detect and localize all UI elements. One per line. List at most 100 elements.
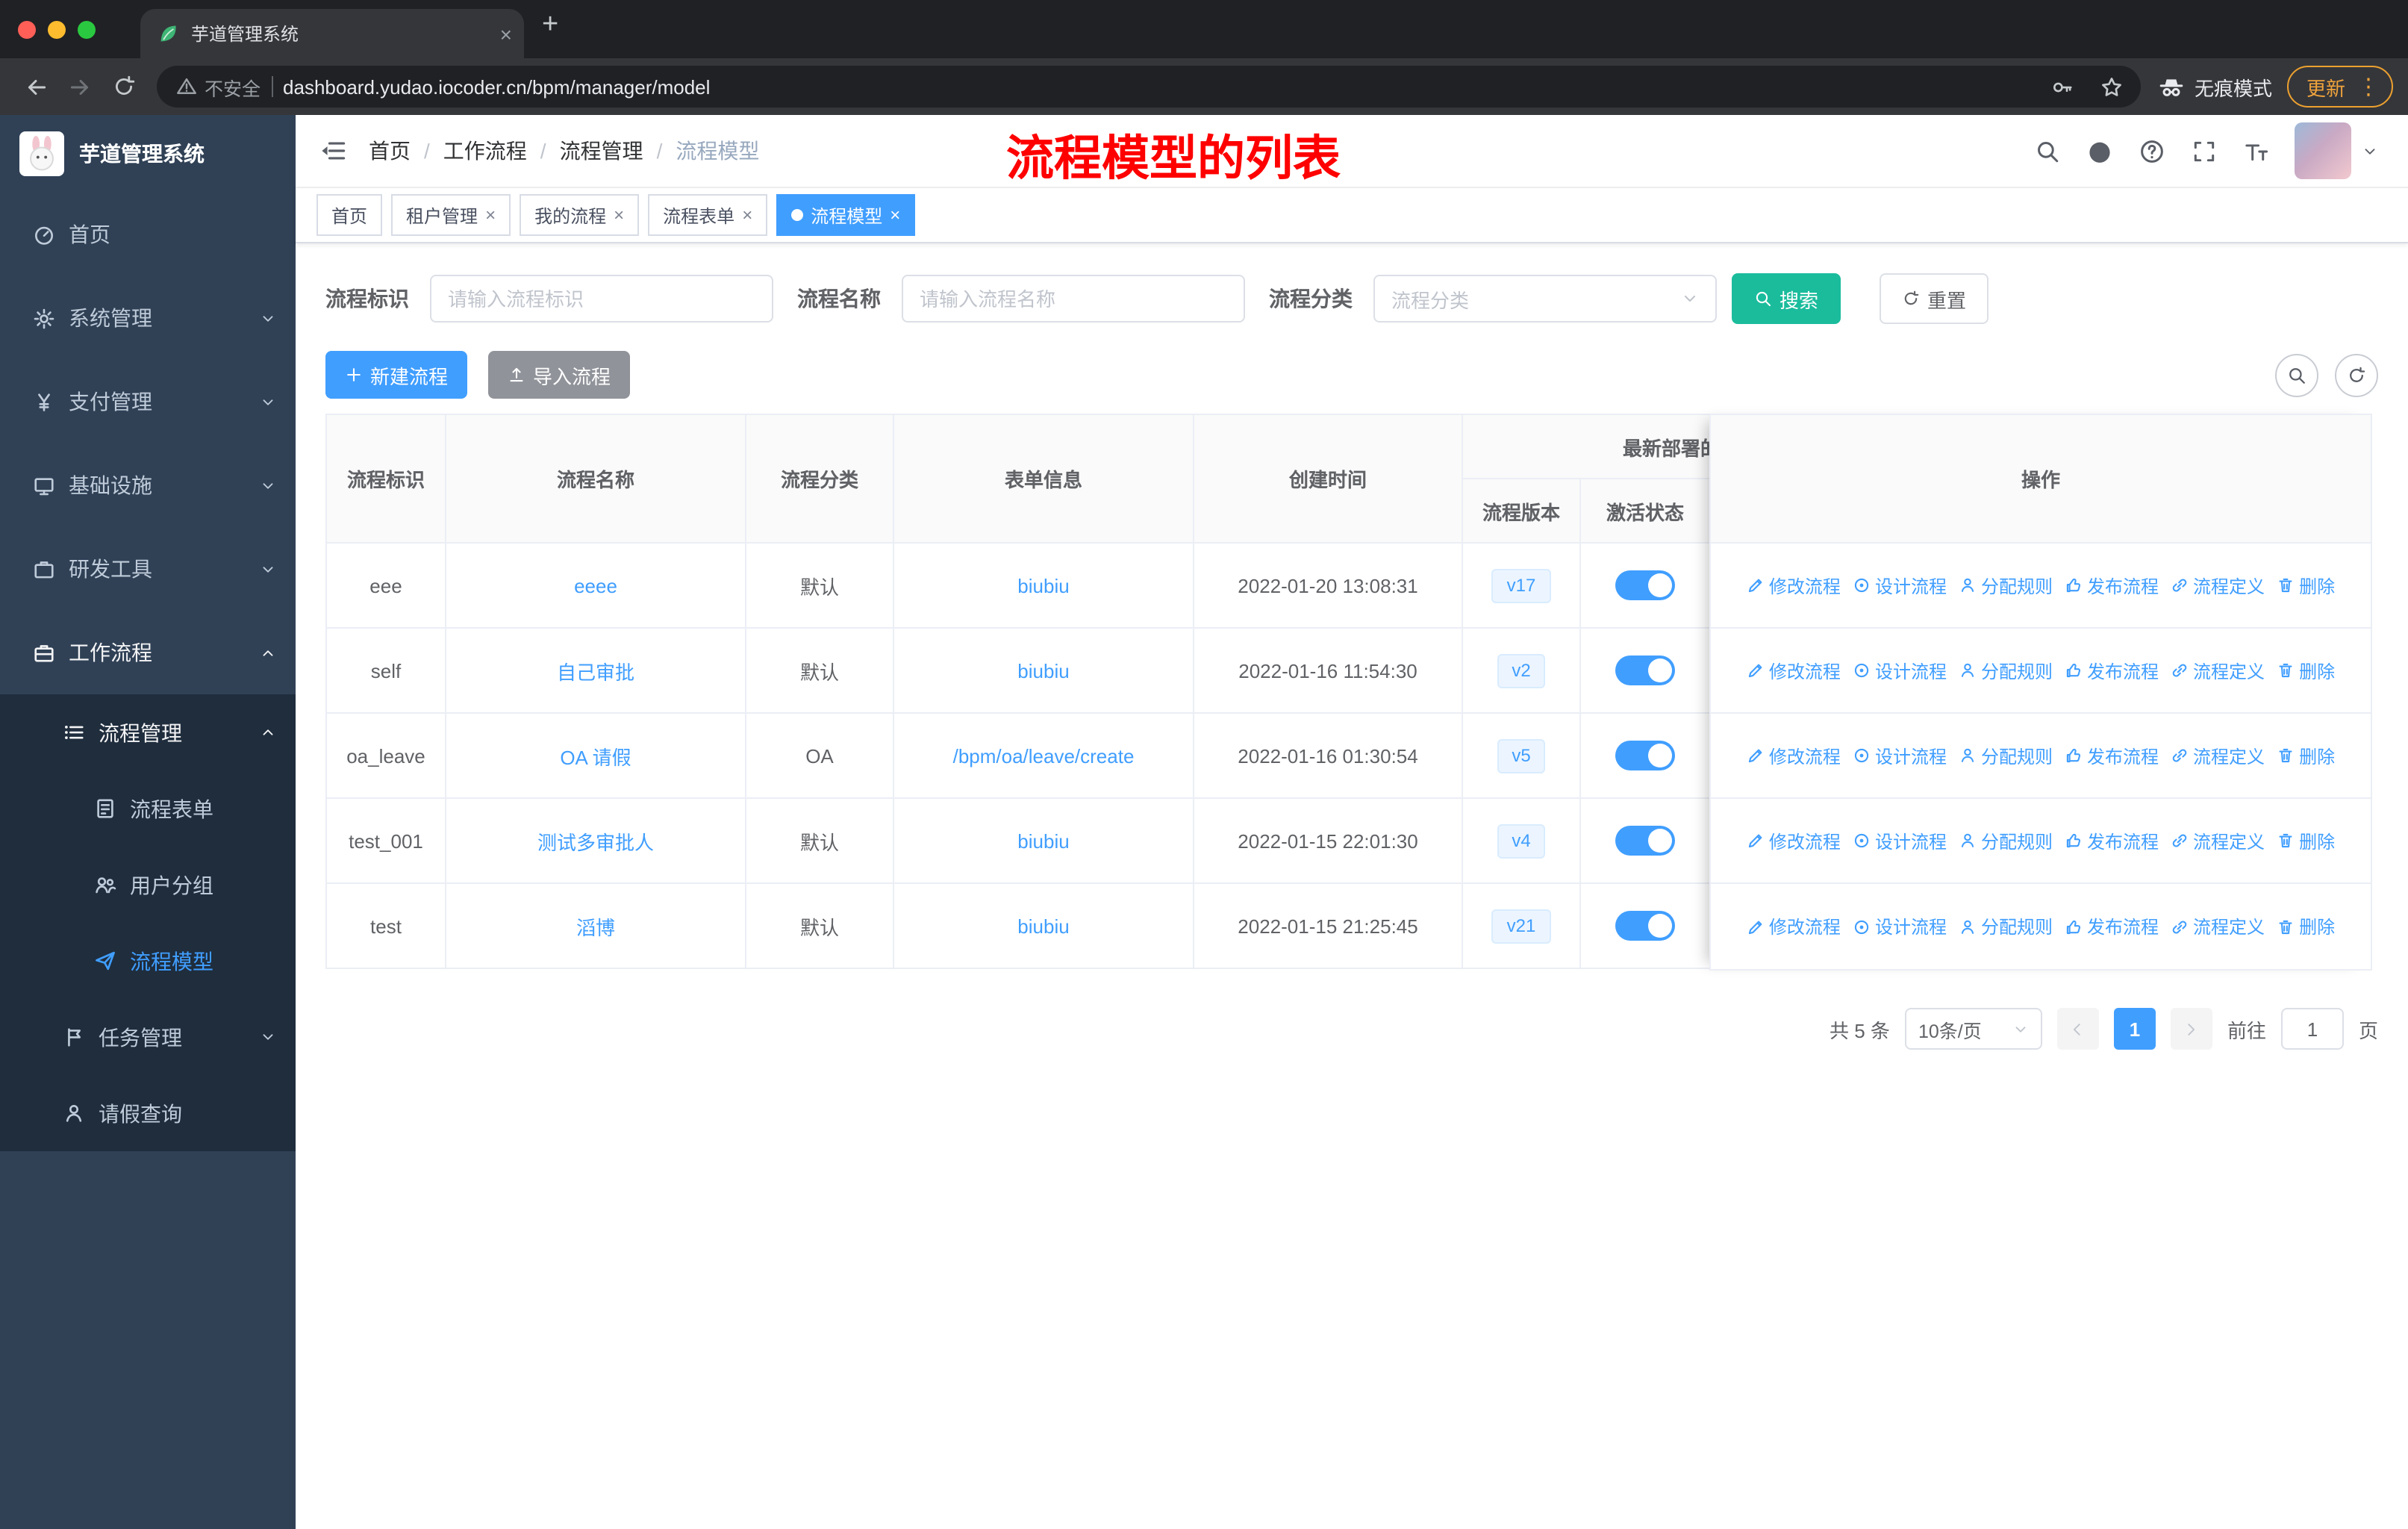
process-definition-link[interactable]: 流程定义 bbox=[2171, 828, 2265, 853]
search-icon[interactable] bbox=[2033, 137, 2060, 164]
assign-rule-link[interactable]: 分配规则 bbox=[1959, 573, 2053, 598]
form-info-link[interactable]: biubiu bbox=[1017, 915, 1069, 937]
sidebar-item-workflow[interactable]: 工作流程 bbox=[0, 611, 296, 694]
form-info-link[interactable]: /bpm/oa/leave/create bbox=[953, 744, 1135, 767]
security-status[interactable]: 不安全 bbox=[176, 72, 261, 101]
goto-page-input[interactable] bbox=[2280, 1008, 2344, 1050]
refresh-table-button[interactable] bbox=[2335, 353, 2378, 396]
process-id-input[interactable] bbox=[430, 275, 773, 323]
next-page-button[interactable] bbox=[2170, 1008, 2212, 1050]
sidebar-item-process-management[interactable]: 流程管理 bbox=[0, 694, 296, 770]
edit-process-link[interactable]: 修改流程 bbox=[1747, 658, 1841, 683]
delete-process-link[interactable]: 删除 bbox=[2277, 828, 2335, 853]
design-process-link[interactable]: 设计流程 bbox=[1853, 573, 1947, 598]
form-info-link[interactable]: biubiu bbox=[1017, 829, 1069, 852]
tag-home[interactable]: 首页 bbox=[316, 194, 383, 236]
sidebar-item-infrastructure[interactable]: 基础设施 bbox=[0, 443, 296, 527]
sidebar-item-process-form[interactable]: 流程表单 bbox=[0, 770, 296, 847]
browser-menu-icon[interactable]: ⋮ bbox=[2353, 73, 2384, 100]
close-icon[interactable]: × bbox=[614, 205, 624, 225]
back-button[interactable] bbox=[15, 65, 58, 108]
github-icon[interactable] bbox=[2086, 137, 2112, 164]
fullscreen-icon[interactable] bbox=[2190, 137, 2217, 164]
tag-my-process[interactable]: 我的流程 × bbox=[520, 194, 640, 236]
help-icon[interactable] bbox=[2138, 137, 2165, 164]
sidebar-item-devtools[interactable]: 研发工具 bbox=[0, 527, 296, 611]
reload-button[interactable] bbox=[102, 65, 145, 108]
design-process-link[interactable]: 设计流程 bbox=[1853, 658, 1947, 683]
sidebar-item-home[interactable]: 首页 bbox=[0, 193, 296, 276]
sidebar-item-user-group[interactable]: 用户分组 bbox=[0, 847, 296, 923]
process-name-input[interactable] bbox=[902, 275, 1245, 323]
sidebar-item-task-management[interactable]: 任务管理 bbox=[0, 999, 296, 1075]
browser-tab[interactable]: 芋道管理系统 × bbox=[140, 9, 524, 58]
new-tab-icon[interactable]: + bbox=[542, 8, 558, 41]
assign-rule-link[interactable]: 分配规则 bbox=[1959, 743, 2053, 768]
search-button[interactable]: 搜索 bbox=[1732, 273, 1841, 324]
close-icon[interactable]: × bbox=[485, 205, 496, 225]
assign-rule-link[interactable]: 分配规则 bbox=[1959, 828, 2053, 853]
process-category-select[interactable]: 流程分类 bbox=[1373, 275, 1717, 323]
prev-page-button[interactable] bbox=[2056, 1008, 2099, 1050]
process-name-link[interactable]: 测试多审批人 bbox=[537, 831, 654, 853]
bookmark-star-icon[interactable] bbox=[2093, 67, 2132, 106]
delete-process-link[interactable]: 删除 bbox=[2277, 743, 2335, 768]
sidebar-item-system[interactable]: 系统管理 bbox=[0, 276, 296, 360]
design-process-link[interactable]: 设计流程 bbox=[1853, 743, 1947, 768]
sidebar-item-leave-query[interactable]: 请假查询 bbox=[0, 1075, 296, 1151]
tag-process-model[interactable]: 流程模型 × bbox=[776, 194, 916, 236]
publish-process-link[interactable]: 发布流程 bbox=[2065, 573, 2159, 598]
active-status-toggle[interactable] bbox=[1615, 741, 1675, 770]
sidebar-fold-icon[interactable] bbox=[319, 137, 346, 164]
minimize-window-button[interactable] bbox=[48, 20, 66, 38]
form-info-link[interactable]: biubiu bbox=[1017, 659, 1069, 682]
page-size-select[interactable]: 10条/页 bbox=[1904, 1008, 2042, 1050]
toggle-search-button[interactable] bbox=[2275, 353, 2318, 396]
active-status-toggle[interactable] bbox=[1615, 655, 1675, 685]
reset-button[interactable]: 重置 bbox=[1880, 273, 1989, 324]
publish-process-link[interactable]: 发布流程 bbox=[2065, 914, 2159, 939]
delete-process-link[interactable]: 删除 bbox=[2277, 914, 2335, 939]
active-status-toggle[interactable] bbox=[1615, 911, 1675, 941]
edit-process-link[interactable]: 修改流程 bbox=[1747, 573, 1841, 598]
process-definition-link[interactable]: 流程定义 bbox=[2171, 573, 2265, 598]
delete-process-link[interactable]: 删除 bbox=[2277, 573, 2335, 598]
update-button[interactable]: 更新 ⋮ bbox=[2286, 66, 2393, 108]
zoom-window-button[interactable] bbox=[78, 20, 96, 38]
breadcrumb-process-management[interactable]: 流程管理 bbox=[560, 136, 643, 166]
address-bar[interactable]: 不安全 dashboard.yudao.iocoder.cn/bpm/manag… bbox=[157, 66, 2141, 108]
tab-close-icon[interactable]: × bbox=[500, 23, 512, 44]
breadcrumb-home[interactable]: 首页 bbox=[369, 136, 411, 166]
process-name-link[interactable]: eeee bbox=[574, 574, 617, 597]
edit-process-link[interactable]: 修改流程 bbox=[1747, 914, 1841, 939]
create-process-button[interactable]: 新建流程 bbox=[325, 351, 468, 399]
process-definition-link[interactable]: 流程定义 bbox=[2171, 914, 2265, 939]
assign-rule-link[interactable]: 分配规则 bbox=[1959, 658, 2053, 683]
tag-process-form[interactable]: 流程表单 × bbox=[648, 194, 768, 236]
current-page-button[interactable]: 1 bbox=[2113, 1008, 2156, 1050]
process-definition-link[interactable]: 流程定义 bbox=[2171, 658, 2265, 683]
edit-process-link[interactable]: 修改流程 bbox=[1747, 743, 1841, 768]
delete-process-link[interactable]: 删除 bbox=[2277, 658, 2335, 683]
tag-tenant-management[interactable]: 租户管理 × bbox=[391, 194, 511, 236]
sidebar-item-payment[interactable]: 支付管理 bbox=[0, 360, 296, 443]
close-icon[interactable]: × bbox=[890, 205, 900, 225]
active-status-toggle[interactable] bbox=[1615, 570, 1675, 600]
process-name-link[interactable]: 自己审批 bbox=[557, 661, 634, 683]
publish-process-link[interactable]: 发布流程 bbox=[2065, 658, 2159, 683]
process-definition-link[interactable]: 流程定义 bbox=[2171, 743, 2265, 768]
forward-button[interactable] bbox=[58, 65, 102, 108]
close-icon[interactable]: × bbox=[742, 205, 752, 225]
user-avatar-menu[interactable] bbox=[2295, 122, 2378, 179]
publish-process-link[interactable]: 发布流程 bbox=[2065, 828, 2159, 853]
edit-process-link[interactable]: 修改流程 bbox=[1747, 828, 1841, 853]
import-process-button[interactable]: 导入流程 bbox=[488, 351, 631, 399]
design-process-link[interactable]: 设计流程 bbox=[1853, 828, 1947, 853]
assign-rule-link[interactable]: 分配规则 bbox=[1959, 914, 2053, 939]
process-name-link[interactable]: 滔博 bbox=[576, 916, 615, 938]
sidebar-item-process-model[interactable]: 流程模型 bbox=[0, 923, 296, 999]
breadcrumb-workflow[interactable]: 工作流程 bbox=[443, 136, 527, 166]
form-info-link[interactable]: biubiu bbox=[1017, 574, 1069, 597]
design-process-link[interactable]: 设计流程 bbox=[1853, 914, 1947, 939]
process-name-link[interactable]: OA 请假 bbox=[560, 746, 631, 768]
